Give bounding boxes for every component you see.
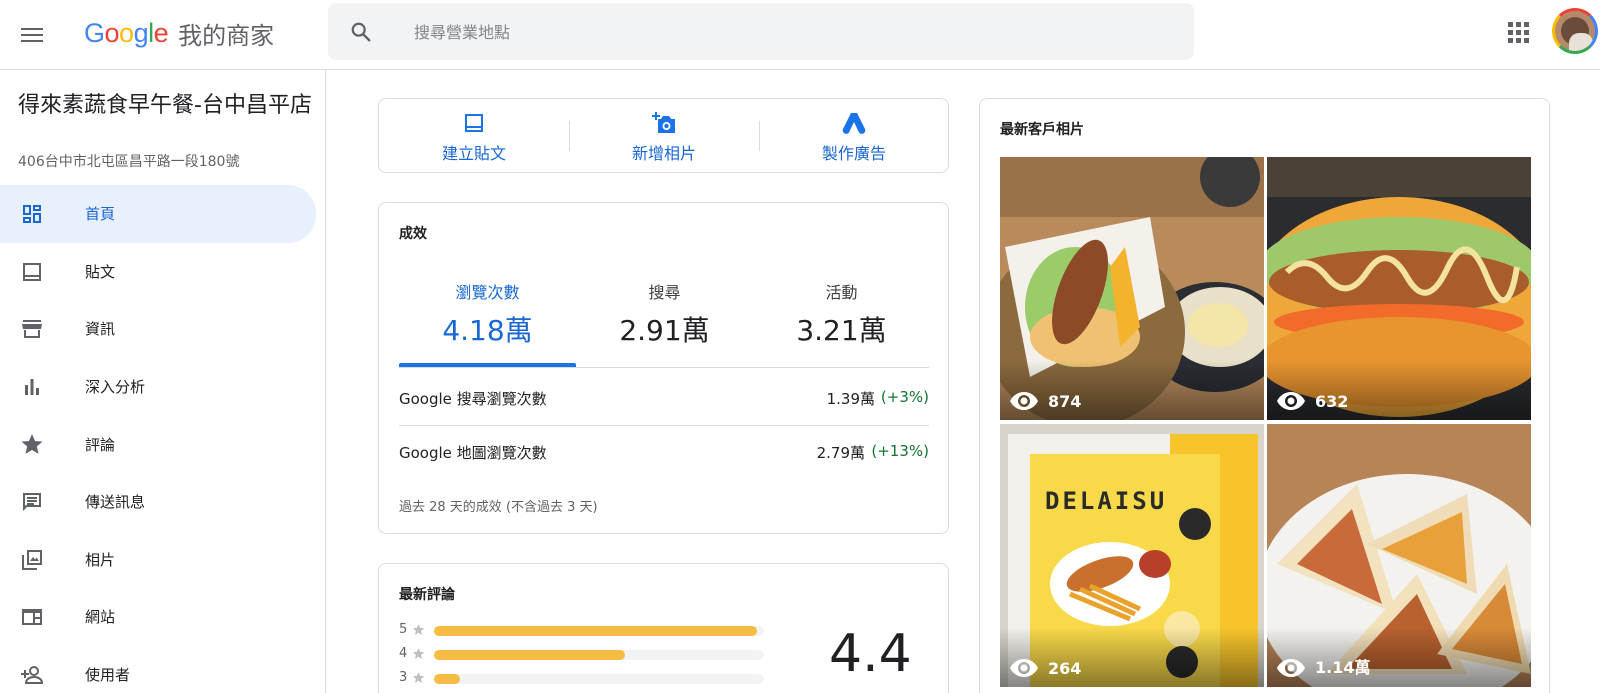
maps-views-row: Google 地圖瀏覽次數 2.79萬 (+13%) <box>399 442 929 462</box>
store-icon <box>22 320 42 339</box>
product-name: 我的商家 <box>178 21 275 50</box>
performance-note: 過去 28 天的成效 (不含過去 3 天) <box>399 500 598 515</box>
add-photo-button[interactable]: 新增相片 <box>569 99 759 174</box>
account-avatar[interactable] <box>1552 8 1598 54</box>
eye-icon <box>1277 392 1305 410</box>
sidebar-item-info[interactable]: 資訊 <box>0 300 316 358</box>
business-address: 406台中市北屯區昌平路一段180號 <box>18 154 240 170</box>
performance-title: 成效 <box>399 226 427 242</box>
post-icon <box>23 262 41 281</box>
sidebar-nav: 首頁 貼文 資訊 深入分析 評論 傳送訊息 相片 網站 使用者 <box>0 185 316 693</box>
customer-photo-4[interactable]: 1.14萬 <box>1267 424 1531 687</box>
rating-row-3: 3 <box>399 668 769 688</box>
performance-card: 成效 瀏覽次數 4.18萬 搜尋 2.91萬 活動 3.21萬 Google 搜… <box>378 202 949 534</box>
rating-stars-label: 5 <box>399 622 408 637</box>
photos-title: 最新客戶相片 <box>1000 122 1084 138</box>
eye-icon <box>1010 392 1038 410</box>
top-bar: Google 我的商家 <box>0 0 1600 70</box>
photo-library-icon <box>22 549 42 570</box>
sidebar-item-users[interactable]: 使用者 <box>0 646 316 693</box>
rating-stars-label: 4 <box>399 646 408 661</box>
rating-row-4: 4 <box>399 644 769 664</box>
eye-icon <box>1010 659 1038 677</box>
dashboard-icon <box>23 205 41 223</box>
reviews-card: 最新評論 5 4 3 4.4 <box>378 563 949 693</box>
sidebar: 得來素蔬食早午餐-台中昌平店 406台中市北屯區昌平路一段180號 首頁 貼文 … <box>0 70 326 693</box>
message-icon <box>23 492 41 511</box>
tab-searches[interactable]: 搜尋 2.91萬 <box>576 261 753 369</box>
search-bar[interactable] <box>328 3 1194 60</box>
search-icon[interactable] <box>350 21 372 43</box>
star-icon <box>412 648 425 659</box>
tab-activity[interactable]: 活動 3.21萬 <box>753 261 930 369</box>
apps-grid-icon[interactable] <box>1508 22 1530 44</box>
bar-chart-icon <box>25 378 39 395</box>
rating-bar-track <box>434 626 764 636</box>
reviews-title: 最新評論 <box>399 587 455 603</box>
star-icon <box>21 434 43 455</box>
google-ads-icon <box>842 113 866 134</box>
add-photo-icon <box>652 112 675 133</box>
sidebar-item-photos[interactable]: 相片 <box>0 531 316 589</box>
logo[interactable]: Google 我的商家 <box>84 15 274 51</box>
quick-actions-card: 建立貼文 新增相片 製作廣告 <box>378 98 949 173</box>
search-input[interactable] <box>414 17 1014 47</box>
google-logo: Google <box>84 17 169 48</box>
customer-photo-1[interactable]: 874 <box>1000 157 1264 420</box>
rating-bar-track <box>434 650 764 660</box>
rating-stars-label: 3 <box>399 670 408 685</box>
customer-photo-3[interactable]: DELAISU 264 <box>1000 424 1264 687</box>
svg-text:DELAISU: DELAISU <box>1045 487 1167 515</box>
sidebar-item-messages[interactable]: 傳送訊息 <box>0 473 316 531</box>
sidebar-item-posts[interactable]: 貼文 <box>0 243 316 301</box>
create-post-button[interactable]: 建立貼文 <box>379 99 569 174</box>
star-icon <box>412 624 425 635</box>
customer-photos-card: 最新客戶相片 874 632 DELAISU 264 1.14萬 <box>979 98 1550 693</box>
eye-icon <box>1277 659 1305 677</box>
web-icon <box>22 609 42 626</box>
search-views-row: Google 搜尋瀏覽次數 1.39萬 (+3%) <box>399 388 929 408</box>
rating-bar-fill <box>434 650 626 660</box>
main-menu-icon[interactable] <box>18 20 46 48</box>
customer-photo-2[interactable]: 632 <box>1267 157 1531 420</box>
sidebar-item-website[interactable]: 網站 <box>0 588 316 646</box>
star-icon <box>412 672 425 683</box>
rating-bar-fill <box>434 674 461 684</box>
create-ad-button[interactable]: 製作廣告 <box>759 99 949 174</box>
sidebar-item-insights[interactable]: 深入分析 <box>0 358 316 416</box>
tab-views[interactable]: 瀏覽次數 4.18萬 <box>399 261 576 369</box>
sidebar-item-reviews[interactable]: 評論 <box>0 415 316 473</box>
rating-bar-fill <box>434 626 758 636</box>
post-icon <box>465 114 483 132</box>
sidebar-item-home[interactable]: 首頁 <box>0 185 316 243</box>
business-name: 得來素蔬食早午餐-台中昌平店 <box>18 93 312 118</box>
average-rating: 4.4 <box>829 624 912 684</box>
rating-row-5: 5 <box>399 620 769 640</box>
person-add-icon <box>21 665 44 684</box>
rating-bar-track <box>434 674 764 684</box>
